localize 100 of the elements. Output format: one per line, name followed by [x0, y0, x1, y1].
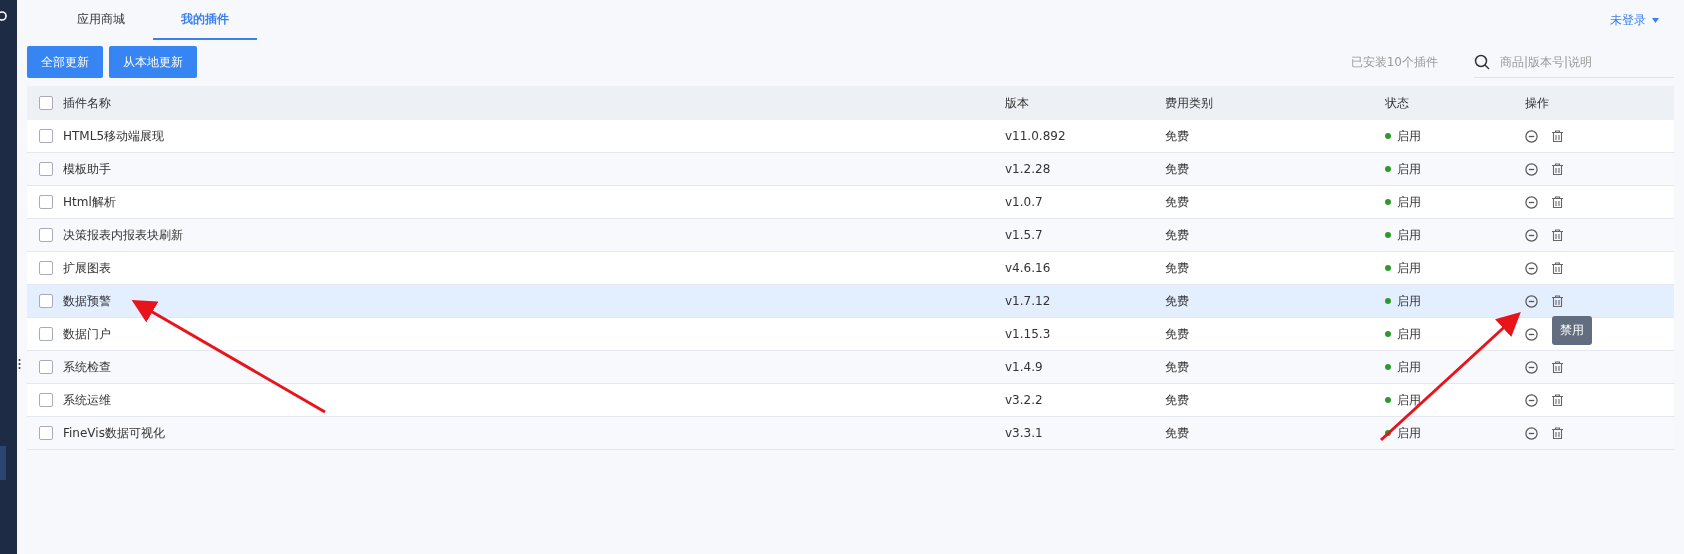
status-dot — [1385, 199, 1391, 205]
disable-icon[interactable] — [1525, 228, 1538, 242]
status-cell: 启用 — [1397, 160, 1421, 178]
table-row[interactable]: 扩展图表 v4.6.16 免费 启用 — [27, 252, 1674, 285]
row-checkbox[interactable] — [39, 327, 53, 341]
select-all-checkbox[interactable] — [39, 96, 53, 110]
row-checkbox[interactable] — [39, 393, 53, 407]
fee-cell: 免费 — [1165, 128, 1189, 143]
fee-cell: 免费 — [1165, 359, 1189, 374]
row-checkbox[interactable] — [39, 360, 53, 374]
disable-icon[interactable] — [1525, 195, 1538, 209]
version-cell: v11.0.892 — [1005, 129, 1066, 143]
disable-icon[interactable] — [1525, 360, 1538, 374]
status-cell: 启用 — [1397, 292, 1421, 310]
status-dot — [1385, 397, 1391, 403]
caret-icon — [1652, 17, 1659, 23]
disable-icon[interactable] — [1525, 294, 1538, 308]
fee-cell: 免费 — [1165, 227, 1189, 242]
version-cell: v3.2.2 — [1005, 393, 1043, 407]
tab[interactable]: 应用商城 — [49, 0, 153, 40]
disable-icon[interactable] — [1525, 129, 1538, 143]
plugin-name: 数据预警 — [63, 293, 111, 308]
version-cell: v4.6.16 — [1005, 261, 1051, 275]
plugin-name: Html解析 — [63, 194, 116, 209]
column-header: 状态 — [1385, 94, 1409, 112]
fee-cell: 免费 — [1165, 392, 1189, 407]
plugin-name: FineVis数据可视化 — [63, 425, 165, 440]
plugin-name: 扩展图表 — [63, 260, 111, 275]
status-cell: 启用 — [1397, 358, 1421, 376]
column-header: 费用类别 — [1165, 95, 1213, 110]
plugin-name: 系统检查 — [63, 359, 111, 374]
row-checkbox[interactable] — [39, 195, 53, 209]
fee-cell: 免费 — [1165, 161, 1189, 176]
disable-icon[interactable] — [1525, 393, 1538, 407]
search-field[interactable]: 商品|版本号|说明 — [1498, 53, 1662, 70]
trash-icon[interactable] — [1552, 130, 1563, 142]
disable-icon[interactable] — [1525, 426, 1538, 440]
plugin-name: 决策报表内报表块刷新 — [63, 227, 183, 242]
status-dot — [1385, 331, 1391, 337]
version-cell: v1.0.7 — [1005, 195, 1043, 209]
plugin-name: 数据门户 — [63, 326, 111, 341]
fee-cell: 免费 — [1165, 425, 1189, 440]
version-cell: v1.4.9 — [1005, 360, 1043, 374]
fee-cell: 免费 — [1165, 194, 1189, 209]
status-cell: 启用 — [1397, 226, 1421, 244]
disable-icon[interactable] — [1525, 162, 1538, 176]
user-menu[interactable]: 未登录 — [1610, 0, 1674, 40]
version-cell: v1.7.12 — [1005, 294, 1051, 308]
resize-handle[interactable] — [18, 358, 21, 370]
version-cell: v1.2.28 — [1005, 162, 1051, 176]
trash-icon[interactable] — [1552, 394, 1563, 406]
status-dot — [1385, 166, 1391, 172]
trash-icon[interactable] — [1552, 427, 1563, 439]
plugin-name: HTML5移动端展现 — [63, 128, 165, 143]
row-checkbox[interactable] — [39, 294, 53, 308]
fee-cell: 免费 — [1165, 326, 1189, 341]
row-checkbox[interactable] — [39, 426, 53, 440]
status-dot — [1385, 298, 1391, 304]
status-dot — [1385, 430, 1391, 436]
table-row[interactable]: Html解析 v1.0.7 免费 启用 — [27, 186, 1674, 219]
tab[interactable]: 我的插件 — [153, 0, 257, 40]
version-cell: v3.3.1 — [1005, 426, 1043, 440]
disable-icon[interactable] — [1525, 327, 1538, 341]
update-button[interactable]: 全部更新 — [27, 46, 103, 78]
status-cell: 启用 — [1397, 259, 1421, 277]
trash-icon[interactable] — [1552, 262, 1563, 274]
status-cell: 启用 — [1397, 424, 1421, 442]
column-header: 版本 — [1005, 95, 1029, 110]
gear-icon[interactable] — [0, 10, 9, 22]
status-dot — [1385, 133, 1391, 139]
table-row[interactable]: 系统运维 v3.2.2 免费 启用 — [27, 384, 1674, 417]
update-button[interactable]: 从本地更新 — [109, 46, 197, 78]
row-checkbox[interactable] — [39, 261, 53, 275]
status-dot — [1385, 232, 1391, 238]
table-row[interactable]: HTML5移动端展现 v11.0.892 免费 启用 — [27, 120, 1674, 153]
row-checkbox[interactable] — [39, 129, 53, 143]
status-cell: 启用 — [1397, 325, 1421, 343]
version-cell: v1.15.3 — [1005, 327, 1051, 341]
trash-icon[interactable] — [1552, 196, 1563, 208]
fee-cell: 免费 — [1165, 293, 1189, 308]
status-cell: 启用 — [1397, 193, 1421, 211]
tooltip: 禁用 — [1552, 315, 1592, 345]
trash-icon[interactable] — [1552, 163, 1563, 175]
plugin-name: 系统运维 — [63, 392, 111, 407]
trash-icon[interactable] — [1552, 229, 1563, 241]
plugin-name: 模板助手 — [63, 161, 111, 176]
status-dot — [1385, 364, 1391, 370]
column-header: 插件名称 — [63, 95, 111, 110]
trash-icon[interactable] — [1552, 361, 1563, 373]
disable-icon[interactable] — [1525, 261, 1538, 275]
search-icon — [1474, 53, 1490, 70]
row-checkbox[interactable] — [39, 162, 53, 176]
status-cell: 启用 — [1397, 391, 1421, 409]
installed-count: 已安装10个插件 — [1350, 53, 1438, 71]
version-cell: v1.5.7 — [1005, 228, 1043, 242]
row-checkbox[interactable] — [39, 228, 53, 242]
status-dot — [1385, 265, 1391, 271]
column-header: 操作 — [1525, 94, 1549, 112]
fee-cell: 免费 — [1165, 260, 1189, 275]
trash-icon[interactable] — [1552, 295, 1563, 307]
